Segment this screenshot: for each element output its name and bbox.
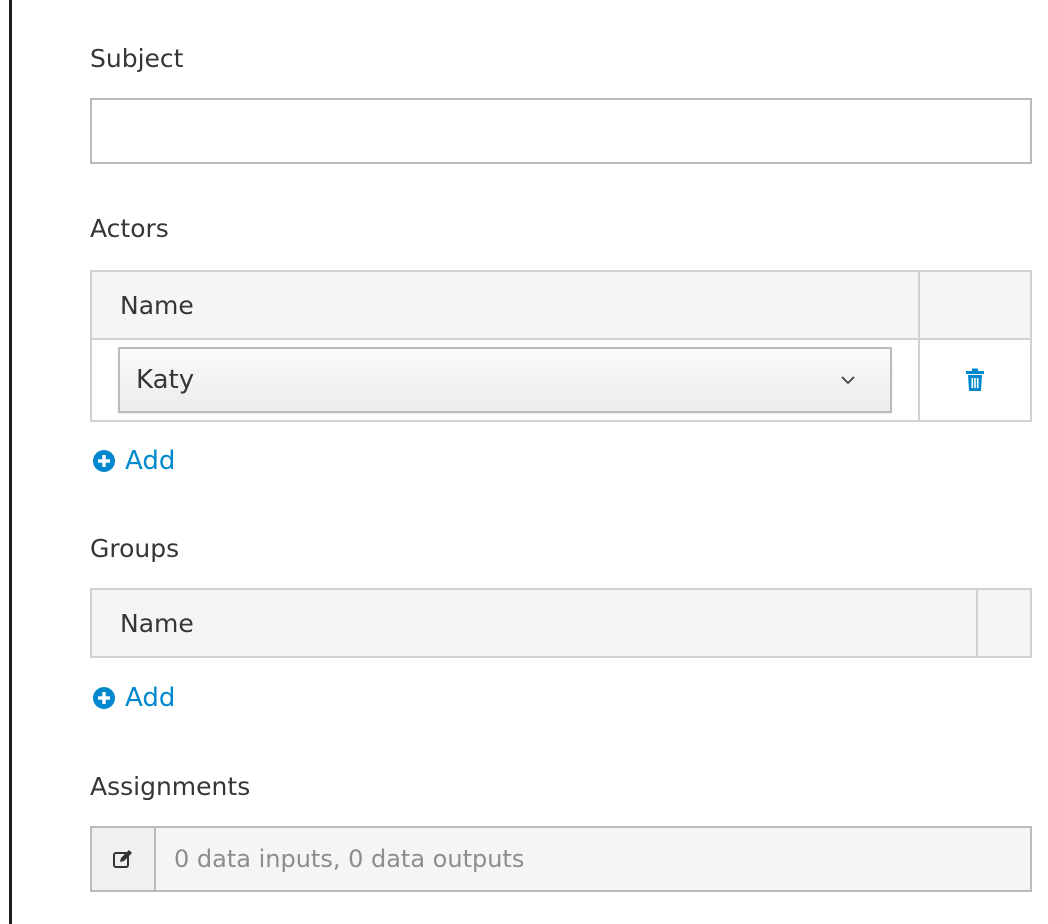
assignments-field: 0 data inputs, 0 data outputs — [90, 826, 1032, 892]
groups-table-header: Name — [92, 590, 1030, 656]
assignments-label: Assignments — [90, 772, 251, 801]
add-actor-button[interactable]: Add — [93, 446, 175, 476]
edit-icon — [113, 850, 132, 868]
actors-table: Name Katy — [90, 270, 1032, 422]
trash-icon — [966, 368, 984, 391]
edit-assignments-button[interactable] — [92, 828, 156, 890]
subject-label: Subject — [90, 44, 184, 73]
actor-name-cell: Katy — [92, 340, 918, 420]
groups-table: Name — [90, 588, 1032, 658]
table-row: Katy — [92, 338, 1030, 420]
actors-name-column-header: Name — [120, 290, 194, 320]
panel-divider[interactable] — [9, 0, 12, 924]
actor-select[interactable]: Katy — [118, 347, 892, 413]
chevron-down-icon — [841, 376, 855, 385]
add-group-button[interactable]: Add — [93, 683, 175, 713]
delete-actor-button[interactable] — [918, 340, 1030, 420]
add-group-label: Add — [125, 683, 176, 713]
actors-table-header: Name — [92, 272, 1030, 338]
actors-label: Actors — [90, 214, 169, 243]
properties-page: Subject Actors Name Katy Add Groups Name… — [0, 0, 1048, 924]
actors-action-column-header — [918, 272, 1030, 338]
groups-label: Groups — [90, 534, 180, 563]
plus-circle-icon — [93, 450, 115, 472]
actor-select-value: Katy — [136, 365, 195, 395]
assignments-summary: 0 data inputs, 0 data outputs — [156, 828, 1030, 890]
groups-name-column-header: Name — [120, 608, 194, 638]
plus-circle-icon — [93, 687, 115, 709]
groups-action-column-header — [976, 590, 1030, 656]
subject-input[interactable] — [90, 98, 1032, 164]
add-actor-label: Add — [125, 446, 176, 476]
